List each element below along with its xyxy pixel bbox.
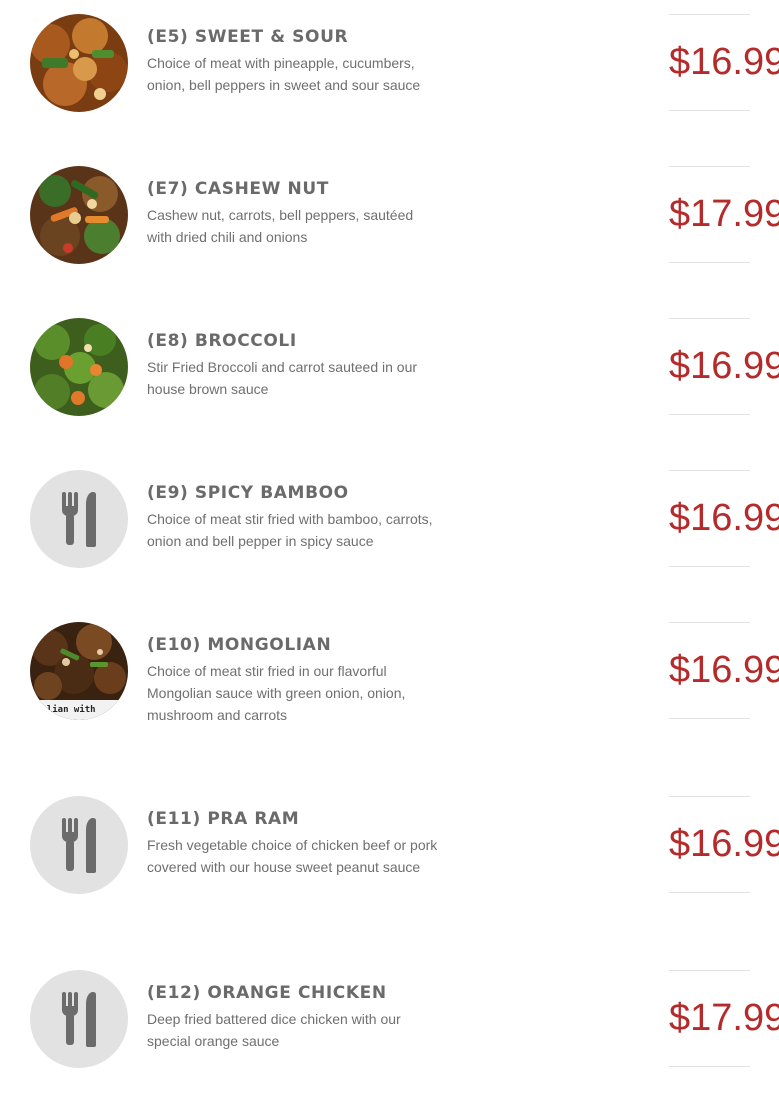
dish-description: Stir Fried Broccoli and carrot sauteed i… — [147, 359, 418, 397]
price-divider-bottom — [669, 718, 750, 719]
dish-placeholder[interactable] — [30, 796, 128, 894]
dish-price: $16.99 — [669, 823, 779, 865]
photo-caption: golian with — [36, 704, 96, 715]
dish-description: Cashew nut, carrots, bell peppers, sauté… — [147, 207, 414, 245]
price-divider-top — [669, 166, 750, 167]
dish-description: Choice of meat stir fried with bamboo, c… — [147, 511, 433, 549]
dish-photo[interactable] — [30, 14, 128, 112]
fork-knife-icon — [62, 492, 96, 547]
dish-price: $16.99 — [669, 497, 779, 539]
dish-placeholder[interactable] — [30, 470, 128, 568]
price-divider-top — [669, 318, 750, 319]
dish-price: $16.99 — [669, 345, 779, 387]
dish-name: (E10) MONGOLIAN — [147, 635, 332, 655]
dish-price: $16.99 — [669, 41, 779, 83]
dish-description: Choice of meat with pineapple, cucumbers… — [147, 55, 421, 93]
dish-photo[interactable]: golian with — [30, 622, 128, 720]
price-divider-top — [669, 796, 750, 797]
price-divider-bottom — [669, 1066, 750, 1067]
price-divider-top — [669, 622, 750, 623]
price-divider-top — [669, 970, 750, 971]
price-divider-bottom — [669, 110, 750, 111]
price-divider-top — [669, 470, 750, 471]
fork-knife-icon — [62, 992, 96, 1047]
price-divider-bottom — [669, 262, 750, 263]
dish-description: Fresh vegetable choice of chicken beef o… — [147, 837, 438, 875]
dish-name: (E11) PRA RAM — [147, 809, 300, 829]
dish-name: (E9) SPICY BAMBOO — [147, 483, 349, 503]
dish-description: Deep fried battered dice chicken with ou… — [147, 1011, 401, 1049]
dish-name: (E12) ORANGE CHICKEN — [147, 983, 387, 1003]
fork-knife-icon — [62, 818, 96, 873]
dish-photo[interactable] — [30, 318, 128, 416]
dish-price: $17.99 — [669, 997, 779, 1039]
price-divider-bottom — [669, 566, 750, 567]
price-divider-bottom — [669, 414, 750, 415]
dish-placeholder[interactable] — [30, 970, 128, 1068]
dish-description: Choice of meat stir fried in our flavorf… — [147, 663, 406, 723]
dish-name: (E7) CASHEW NUT — [147, 179, 329, 199]
dish-price: $16.99 — [669, 649, 779, 691]
price-divider-bottom — [669, 892, 750, 893]
dish-name: (E8) BROCCOLI — [147, 331, 297, 351]
dish-photo[interactable] — [30, 166, 128, 264]
dish-name: (E5) SWEET & SOUR — [147, 27, 349, 47]
price-divider-top — [669, 14, 750, 15]
dish-price: $17.99 — [669, 193, 779, 235]
